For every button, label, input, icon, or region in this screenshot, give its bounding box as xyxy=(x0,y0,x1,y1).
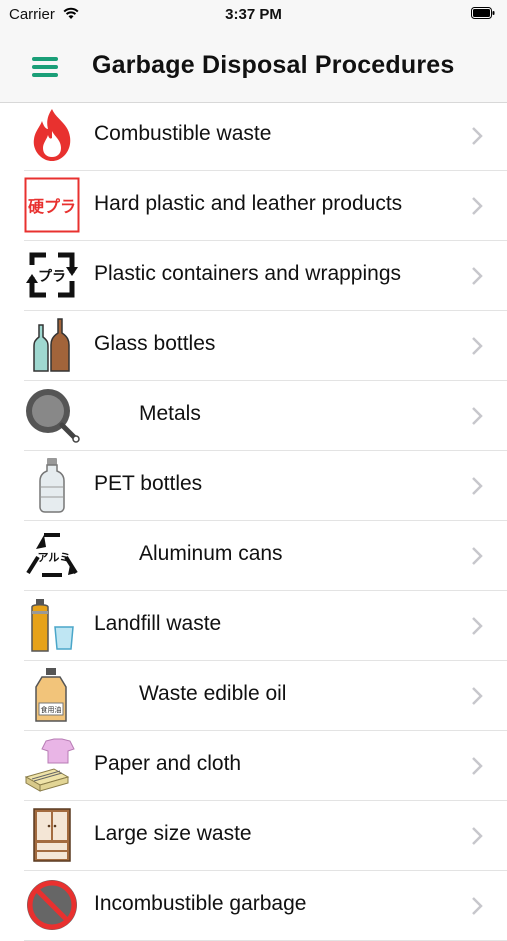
frying-pan-icon xyxy=(26,389,80,443)
list-item-incombustible-garbage[interactable]: Incombustible garbage xyxy=(24,871,507,941)
list-item-large-size-waste[interactable]: Large size waste xyxy=(24,801,507,871)
page-title: Garbage Disposal Procedures xyxy=(92,51,455,79)
list-item-label: Waste edible oil xyxy=(139,682,287,705)
list-item-label: Glass bottles xyxy=(94,332,216,355)
chevron-right-icon xyxy=(472,127,483,145)
chevron-right-icon xyxy=(472,897,483,915)
chevron-right-icon xyxy=(472,477,483,495)
chevron-right-icon xyxy=(472,267,483,285)
hamburger-menu-icon[interactable] xyxy=(28,54,60,80)
list-item-waste-edible-oil[interactable]: 食用油 Waste edible oil xyxy=(24,661,507,731)
list-item-label: Large size waste xyxy=(94,822,252,845)
list-item-label: PET bottles xyxy=(94,472,203,495)
status-time: 3:37 PM xyxy=(225,6,282,23)
list-item-metals[interactable]: Metals xyxy=(24,381,507,451)
list-item-label: Hard plastic and leather products xyxy=(94,192,403,215)
svg-text:アルミ: アルミ xyxy=(38,551,71,564)
list-item-label: Incombustible garbage xyxy=(94,892,307,915)
svg-text:硬プラ: 硬プラ xyxy=(28,197,76,216)
chevron-right-icon xyxy=(472,547,483,565)
flame-icon xyxy=(33,109,71,161)
list-item-label: Plastic containers and wrappings xyxy=(94,262,402,285)
list-item-label: Landfill waste xyxy=(94,612,222,635)
list-item-label: Paper and cloth xyxy=(94,752,242,775)
chevron-right-icon xyxy=(472,757,483,775)
chevron-right-icon xyxy=(472,617,483,635)
chevron-right-icon xyxy=(472,337,483,355)
incombustible-icon xyxy=(27,880,77,930)
spray-can-icon xyxy=(31,599,74,652)
list-item-combustible-waste[interactable]: Combustible waste xyxy=(24,101,507,171)
chevron-right-icon xyxy=(472,197,483,215)
list-item-glass-bottles[interactable]: Glass bottles xyxy=(24,311,507,381)
battery-icon xyxy=(471,7,495,19)
chevron-right-icon xyxy=(472,827,483,845)
list-item-aluminum-cans[interactable]: アルミ Aluminum cans xyxy=(24,521,507,591)
paper-cloth-icon xyxy=(24,738,75,792)
plastic-recycle-icon: プラ xyxy=(26,252,78,298)
list-item-hard-plastic[interactable]: 硬プラ Hard plastic and leather products xyxy=(24,171,507,241)
list-item-label: Combustible waste xyxy=(94,122,272,145)
hard-plastic-icon: 硬プラ xyxy=(24,177,80,233)
list-item-label: Aluminum cans xyxy=(139,542,283,565)
cabinet-icon xyxy=(33,808,71,862)
list-item-landfill-waste[interactable]: Landfill waste xyxy=(24,591,507,661)
oil-bottle-icon: 食用油 xyxy=(35,668,67,722)
navigation-bar: Garbage Disposal Procedures xyxy=(0,30,507,103)
svg-text:食用油: 食用油 xyxy=(41,705,62,714)
chevron-right-icon xyxy=(472,687,483,705)
list-item-label: Metals xyxy=(139,402,201,425)
glass-bottles-icon xyxy=(33,318,70,372)
category-list: Combustible waste 硬プラ Hard plastic and l… xyxy=(0,101,507,941)
svg-text:プラ: プラ xyxy=(38,269,66,285)
list-item-pet-bottles[interactable]: PET bottles xyxy=(24,451,507,521)
chevron-right-icon xyxy=(472,407,483,425)
status-bar: Carrier 3:37 PM xyxy=(0,0,507,30)
list-item-plastic-containers[interactable]: プラ Plastic containers and wrappings xyxy=(24,241,507,311)
pet-bottle-icon xyxy=(39,458,65,513)
aluminum-recycle-icon: アルミ xyxy=(26,533,78,577)
list-item-paper-and-cloth[interactable]: Paper and cloth xyxy=(24,731,507,801)
